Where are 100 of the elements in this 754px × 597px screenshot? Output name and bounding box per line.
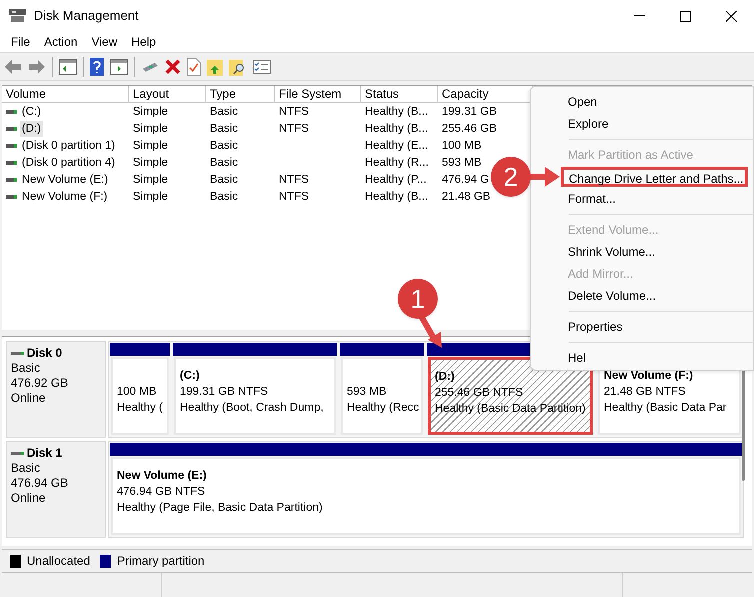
partition-status: Healthy ( — [117, 401, 164, 416]
column-header[interactable]: File System — [275, 86, 361, 103]
folder-up-icon[interactable] — [207, 58, 223, 76]
table-cell-text: Basic — [210, 156, 238, 170]
partition-size: 255.46 GB NTFS — [435, 386, 524, 401]
menu-item[interactable]: Open — [531, 92, 753, 112]
column-header[interactable]: Type — [206, 86, 275, 103]
table-cell-text: Simple — [133, 156, 168, 170]
drive-icon — [6, 126, 17, 130]
partition-block[interactable]: New Volume (E:) 476.94 GB NTFS Healthy (Page File, Basic Data Partition) — [111, 457, 741, 535]
table-cell-text: 100 MB — [442, 138, 482, 154]
table-cell-text: New Volume (E:) — [21, 172, 110, 188]
disk-size: 476.94 GB — [11, 476, 70, 491]
close-icon — [726, 10, 736, 22]
maximize-icon — [680, 10, 690, 22]
table-cell-text: Basic — [210, 104, 238, 120]
checked-document-icon[interactable] — [187, 58, 201, 76]
back-arrow-icon[interactable] — [4, 58, 22, 74]
checklist-icon[interactable] — [253, 60, 271, 74]
menu-item[interactable]: Help — [124, 32, 164, 52]
partition-block[interactable]: 593 MB Healthy (Recc — [341, 357, 423, 435]
disk-name: Disk 1 — [27, 446, 62, 461]
partition-block[interactable]: 100 MB Healthy ( — [111, 357, 169, 435]
menu-item[interactable]: Action — [37, 32, 85, 52]
table-cell-text: NTFS — [279, 190, 310, 204]
partition-status: Healthy (Page File, Basic Data Partition) — [117, 501, 323, 516]
table-cell-text: NTFS — [279, 104, 310, 120]
arrow — [529, 165, 560, 189]
table-cell-text: NTFS — [279, 172, 310, 188]
drive-icon — [6, 144, 17, 148]
table-cell-text: Healthy (B... — [365, 190, 428, 204]
partition-size: 199.31 GB NTFS — [180, 385, 268, 400]
partition-block[interactable]: (C:) 199.31 GB NTFS Healthy (Boot, Crash Dump, — [174, 357, 336, 435]
disk-status: Online — [11, 491, 47, 506]
table-cell-text: Healthy (P... — [365, 172, 427, 188]
partition-size: 476.94 GB NTFS — [117, 485, 206, 500]
delete-icon[interactable] — [165, 58, 181, 74]
table-cell-text: 199.31 GB — [442, 104, 497, 120]
partition-size: 100 MB — [117, 385, 157, 400]
column-header[interactable]: Status — [361, 86, 438, 103]
table-cell-text: Simple — [133, 172, 168, 188]
table-cell-text: Healthy (E... — [365, 138, 428, 154]
menu-item[interactable]: Explore — [531, 114, 753, 134]
partition-size: 21.48 GB NTFS — [604, 385, 686, 400]
table-cell-text: Simple — [133, 122, 168, 136]
legend-label: Unallocated — [27, 553, 90, 570]
drive-icon — [6, 194, 17, 198]
drive-icon — [11, 352, 24, 355]
disk-type: Basic — [11, 361, 42, 376]
menu-item[interactable]: Properties — [531, 317, 753, 337]
table-cell-text: 476.94 G — [442, 172, 490, 188]
table-cell-text: Healthy (R... — [365, 156, 429, 170]
partition-status: Healthy (Recc — [347, 401, 420, 416]
menu-item[interactable]: Shrink Volume... — [531, 242, 753, 262]
partition-name: New Volume (E:) — [117, 469, 207, 484]
forward-arrow-icon[interactable] — [28, 58, 46, 74]
drive-icon — [11, 452, 24, 455]
column-header[interactable]: Volume — [2, 86, 129, 103]
table-cell-text: 255.46 GB — [442, 122, 497, 136]
table-cell-text: (Disk 0 partition 1) — [21, 138, 116, 154]
disk-status: Online — [11, 391, 47, 406]
legend-label: Primary partition — [117, 553, 205, 570]
partition-size: 593 MB — [347, 385, 387, 400]
menu-item[interactable]: View — [84, 32, 124, 52]
table-cell-text: New Volume (F:) — [21, 190, 109, 204]
table-cell-text: (C:) — [21, 104, 42, 120]
table-cell-text: NTFS — [279, 122, 310, 136]
help-icon[interactable] — [90, 58, 104, 76]
table-cell-text: Basic — [210, 138, 238, 154]
partition-status: Healthy (Basic Data Partition) — [435, 402, 586, 417]
table-cell-text: Basic — [210, 122, 238, 136]
folder-search-icon[interactable] — [229, 58, 247, 76]
menu-item[interactable]: Format... — [531, 189, 753, 209]
table-cell-text: Healthy (B... — [365, 104, 428, 120]
drive-icon — [6, 110, 17, 114]
window-title: Disk Management — [34, 7, 139, 26]
pane-icon[interactable] — [110, 58, 128, 74]
partition-name: (D:) — [435, 370, 455, 385]
table-cell: (D:) — [20, 120, 44, 136]
partition-status: Healthy (Basic Data Par — [604, 401, 727, 416]
table-cell-text: Simple — [133, 104, 168, 120]
disk-size: 476.92 GB — [11, 376, 70, 391]
menu-item[interactable]: File — [4, 32, 38, 52]
pane-icon[interactable] — [59, 58, 77, 74]
menu-item[interactable]: Delete Volume... — [531, 286, 753, 306]
table-cell-text: Simple — [133, 190, 168, 204]
menu-item[interactable]: Change Drive Letter and Paths... — [561, 167, 748, 187]
partition-name: (C:) — [180, 369, 200, 384]
table-cell-text: Healthy (B... — [365, 122, 428, 136]
disk-drive-icon — [9, 9, 26, 23]
partition-header-bar — [110, 343, 170, 356]
drive-icon — [6, 160, 17, 164]
disk-name: Disk 0 — [27, 346, 62, 361]
table-cell-text: 21.48 GB — [442, 190, 491, 204]
partition-name: New Volume (F:) — [604, 369, 694, 384]
table-cell-text: Basic — [210, 190, 238, 204]
drive-icon — [6, 178, 17, 182]
minimize-icon — [634, 15, 644, 17]
column-header[interactable]: Layout — [129, 86, 206, 103]
disk-type: Basic — [11, 461, 42, 476]
